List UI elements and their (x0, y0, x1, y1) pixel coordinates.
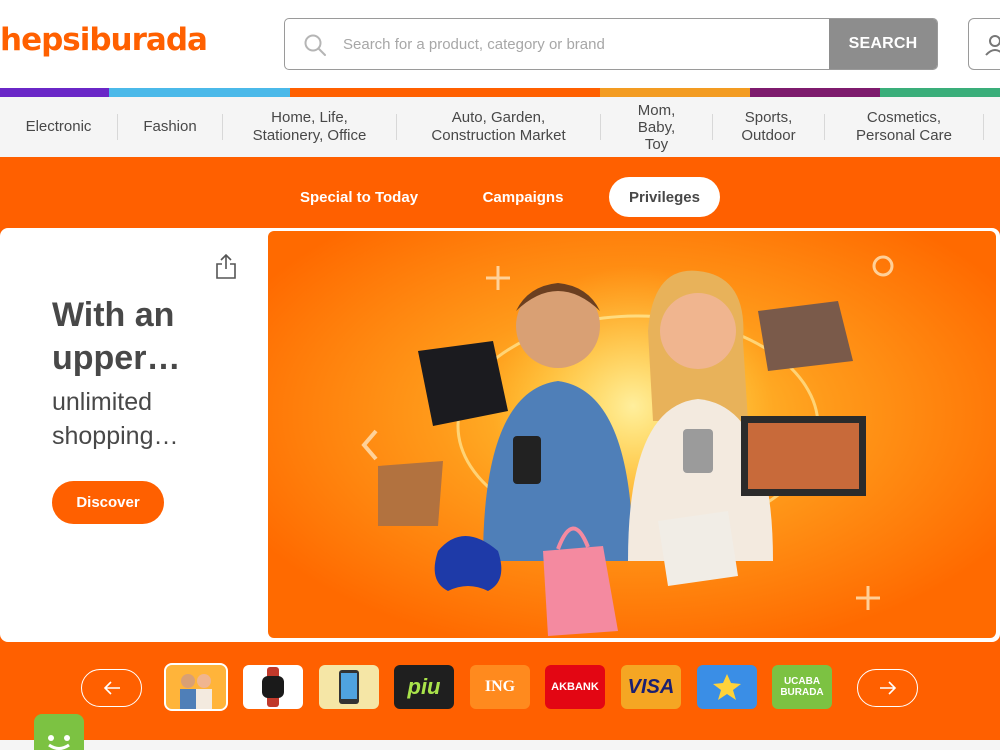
arrow-left-icon (103, 681, 120, 695)
category-fashion[interactable]: Fashion (118, 97, 222, 157)
strip-plum (750, 88, 880, 97)
thumb-watch[interactable] (243, 665, 303, 709)
category-mom-baby[interactable]: Mom, Baby, Toy (601, 97, 712, 157)
tab-privileges[interactable]: Privileges (609, 177, 720, 217)
category-electronic[interactable]: Electronic (0, 97, 117, 157)
banner-subtitle: unlimited shopping… (52, 388, 179, 450)
campaign-area: Special to Today Campaigns Privileges Wi… (0, 157, 1000, 740)
category-nav: Electronic Fashion Home, Life, Stationer… (0, 97, 1000, 157)
thumb-visa[interactable]: VISA (621, 665, 681, 709)
search-box[interactable]: SEARCH (284, 18, 938, 70)
strip-purple (0, 88, 109, 97)
thumb-piu-label: piu (407, 674, 441, 699)
tab-special-today[interactable]: Special to Today (285, 177, 433, 217)
search-button[interactable]: SEARCH (829, 19, 937, 69)
strip-blue (109, 88, 290, 97)
category-auto[interactable]: Auto, Garden, Construction Market (397, 97, 600, 157)
watch-icon (262, 667, 284, 707)
hero-image[interactable] (268, 231, 996, 638)
category-sports[interactable]: Sports, Outdoor (713, 97, 824, 157)
discover-button[interactable]: Discover (52, 481, 164, 524)
star-icon (713, 674, 741, 700)
thumb-hero-image (166, 665, 226, 709)
thumb-ing-label: ING (484, 678, 516, 695)
divider (983, 114, 984, 140)
search-input[interactable] (343, 19, 823, 69)
account-button[interactable] (968, 18, 1000, 70)
logo[interactable]: hepsiburada (0, 22, 208, 58)
color-strip (0, 88, 1000, 97)
banner-card[interactable]: With an upper… unlimited shopping… Disco… (0, 228, 1000, 642)
banner-title: With an upper… (52, 296, 181, 377)
header: hepsiburada SEARCH (0, 0, 1000, 88)
strip-amber (600, 88, 750, 97)
smiley-icon (48, 735, 70, 750)
strip-green (880, 88, 1000, 97)
thumb-ucaba[interactable]: UCABA BURADA (772, 665, 832, 709)
thumbnail-carousel: piu ING AKBANK VISA UCABA BURADA (0, 663, 1000, 713)
bottom-strip (0, 740, 1000, 750)
search-icon (304, 34, 326, 56)
tab-campaigns[interactable]: Campaigns (466, 177, 580, 217)
thumb-akbank-label: AKBANK (551, 681, 599, 693)
thumb-visa-label: VISA (627, 675, 675, 698)
arrow-right-icon (880, 681, 897, 695)
share-icon[interactable] (214, 252, 238, 280)
thumb-ing[interactable]: ING (470, 665, 530, 709)
thumb-hero[interactable] (164, 663, 228, 711)
thumb-piu[interactable]: piu (394, 665, 454, 709)
campaign-tabs: Special to Today Campaigns Privileges (0, 177, 1000, 217)
next-button[interactable] (857, 669, 918, 707)
thumb-akbank[interactable]: AKBANK (545, 665, 605, 709)
user-icon (985, 35, 1000, 56)
tablet-icon (339, 670, 359, 704)
category-home[interactable]: Home, Life, Stationery, Office (223, 97, 396, 157)
chat-button[interactable] (34, 714, 84, 750)
thumb-star[interactable] (697, 665, 757, 709)
prev-button[interactable] (81, 669, 142, 707)
strip-orange (290, 88, 600, 97)
category-cosmetics[interactable]: Cosmetics, Personal Care (825, 97, 983, 157)
thumb-tablet[interactable] (319, 665, 379, 709)
thumb-ucaba-label: UCABA BURADA (780, 676, 824, 698)
